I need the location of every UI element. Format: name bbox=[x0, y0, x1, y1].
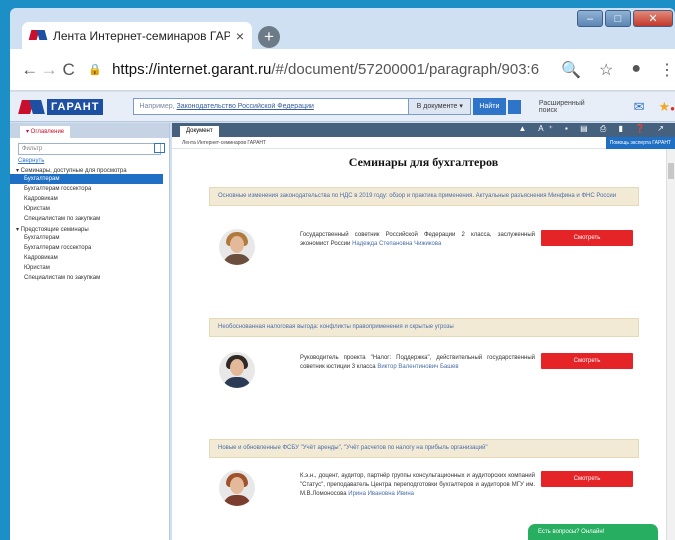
seminar-row-3: К.э.н., доцент, аудитор, партнёр группы … bbox=[209, 470, 639, 522]
search-options-icon[interactable] bbox=[507, 99, 521, 114]
seminar-row-1: Государственный советник Российской Феде… bbox=[209, 229, 639, 281]
sidebar-item-procurement[interactable]: Специалистам по закупкам bbox=[10, 214, 169, 224]
speaker-photo-1 bbox=[219, 229, 255, 265]
star-icon[interactable]: ☆ bbox=[599, 60, 613, 80]
breadcrumb: Лента Интернет-семинаров ГАРАНТ bbox=[182, 140, 267, 146]
speaker-photo-2 bbox=[219, 352, 255, 388]
url-path: /#/document/57200001/paragraph/903:6 bbox=[271, 61, 540, 78]
search-prefix: Например, bbox=[139, 103, 175, 110]
notification-badge: ● bbox=[670, 103, 675, 113]
sidebar: ▾ Оглавление Фильтр Свернуть ▾ Семинары,… bbox=[10, 123, 170, 540]
sidebar-group-upcoming[interactable]: ▾ Предстоящие семинары bbox=[16, 226, 169, 233]
sidebar-group-available[interactable]: ▾ Семинары, доступные для просмотра bbox=[16, 167, 169, 174]
ask-expert-button[interactable]: Помощь эксперта ГАРАНТ bbox=[605, 137, 675, 149]
notification-icon[interactable]: ★● bbox=[659, 99, 675, 115]
menu-icon[interactable]: ⋮ bbox=[659, 60, 675, 80]
garant-header: ГАРАНТ Например, Законодательство Россий… bbox=[10, 92, 675, 122]
speaker-name-2[interactable]: Виктор Валентинович Башев bbox=[377, 364, 458, 370]
sidebar-item-hr-upcoming[interactable]: Кадровикам bbox=[10, 253, 169, 263]
filter-icon[interactable] bbox=[154, 143, 165, 153]
minimize-button[interactable]: – bbox=[577, 10, 603, 27]
collapse-link[interactable]: Свернуть bbox=[18, 158, 161, 164]
document-pane: Документ ▲ A⁺ ▪ ▤ ⎙ ▮ ❓ ↗ Лента Интернет… bbox=[172, 123, 675, 540]
chat-icon[interactable]: ✉ bbox=[634, 99, 645, 115]
window-controls: – □ ✕ bbox=[577, 10, 673, 27]
seminar-topic-3[interactable]: Новые и обновленные ФСБУ "Учёт аренды", … bbox=[209, 439, 639, 458]
extended-search-link[interactable]: Расширенный поиск bbox=[539, 100, 602, 114]
online-chat-button[interactable]: Есть вопросы? Онлайн! bbox=[528, 524, 658, 540]
browser-window: Лента Интернет-семинаров ГАР × + – □ ✕ ←… bbox=[10, 8, 675, 540]
garant-logo-icon bbox=[20, 99, 44, 115]
document-scrollbar[interactable] bbox=[666, 149, 675, 540]
back-icon[interactable]: ← bbox=[20, 60, 39, 80]
sidebar-item-hr[interactable]: Кадровикам bbox=[10, 194, 169, 204]
tab-title: Лента Интернет-семинаров ГАР bbox=[53, 28, 230, 43]
speaker-name-1[interactable]: Надежда Степановна Чижикова bbox=[352, 241, 441, 247]
document-tab[interactable]: Документ bbox=[180, 126, 219, 137]
scrollbar-thumb[interactable] bbox=[668, 163, 674, 179]
browser-tab[interactable]: Лента Интернет-семинаров ГАР × bbox=[22, 22, 252, 49]
garant-favicon-icon bbox=[30, 30, 46, 42]
seminar-topic-2[interactable]: Необоснованная налоговая выгода: конфлик… bbox=[209, 318, 639, 337]
page-title: Семинары для бухгалтеров bbox=[348, 155, 499, 169]
tab-strip: Лента Интернет-семинаров ГАР × + bbox=[10, 8, 675, 49]
document-toolbar-icons[interactable]: ▲ A⁺ ▪ ▤ ⎙ ▮ ❓ ↗ bbox=[519, 124, 669, 134]
sidebar-item-public-accountants-upcoming[interactable]: Бухгалтерам госсектора bbox=[10, 243, 169, 253]
sidebar-item-accountants[interactable]: Бухгалтерам bbox=[10, 174, 163, 184]
speaker-name-3[interactable]: Ирина Ивановна Ивина bbox=[348, 491, 414, 497]
new-tab-button[interactable]: + bbox=[258, 26, 280, 48]
garant-logo[interactable]: ГАРАНТ bbox=[20, 98, 104, 115]
forward-icon[interactable]: → bbox=[39, 60, 58, 80]
speaker-desc-3: К.э.н., доцент, аудитор, партнёр группы … bbox=[300, 473, 535, 497]
search-button[interactable]: Найти bbox=[473, 98, 506, 115]
search-scope-select[interactable]: В документе ▾ bbox=[408, 99, 471, 114]
address-bar[interactable]: 🔒 https://internet.garant.ru/#/document/… bbox=[88, 55, 539, 85]
sidebar-item-procurement-upcoming[interactable]: Специалистам по закупкам bbox=[10, 273, 169, 283]
garant-logo-word: ГАРАНТ bbox=[47, 98, 104, 115]
tab-close-icon[interactable]: × bbox=[236, 28, 244, 44]
url-host: https://internet.garant.ru bbox=[112, 61, 272, 78]
sidebar-item-lawyers-upcoming[interactable]: Юристам bbox=[10, 263, 169, 273]
search-hint[interactable]: Законодательство Российской Федерации bbox=[177, 103, 314, 110]
filter-input[interactable]: Фильтр bbox=[18, 143, 161, 155]
sidebar-item-lawyers[interactable]: Юристам bbox=[10, 204, 169, 214]
watch-button-1[interactable]: Смотреть bbox=[541, 230, 633, 246]
lock-icon[interactable]: 🔒 bbox=[88, 63, 102, 76]
garant-search-input[interactable]: Например, Законодательство Российской Фе… bbox=[133, 98, 472, 115]
seminar-row-2: Руководитель проекта "Налог: Поддержка",… bbox=[209, 352, 639, 404]
browser-toolbar: ← → C 🔒 https://internet.garant.ru/#/doc… bbox=[10, 49, 675, 91]
zoom-icon[interactable]: 🔍 bbox=[561, 60, 581, 80]
profile-icon[interactable]: ● bbox=[631, 60, 641, 80]
toc-tab[interactable]: ▾ Оглавление bbox=[20, 126, 71, 138]
maximize-button[interactable]: □ bbox=[605, 10, 631, 27]
seminar-topic-1[interactable]: Основные изменения законодательства по Н… bbox=[209, 187, 639, 206]
sidebar-item-public-accountants[interactable]: Бухгалтерам госсектора bbox=[10, 184, 169, 194]
speaker-photo-3 bbox=[219, 470, 255, 506]
reload-icon[interactable]: C bbox=[59, 60, 78, 80]
close-window-button[interactable]: ✕ bbox=[633, 10, 673, 27]
sidebar-item-accountants-upcoming[interactable]: Бухгалтерам bbox=[10, 233, 169, 243]
watch-button-2[interactable]: Смотреть bbox=[541, 353, 633, 369]
watch-button-3[interactable]: Смотреть bbox=[541, 471, 633, 487]
